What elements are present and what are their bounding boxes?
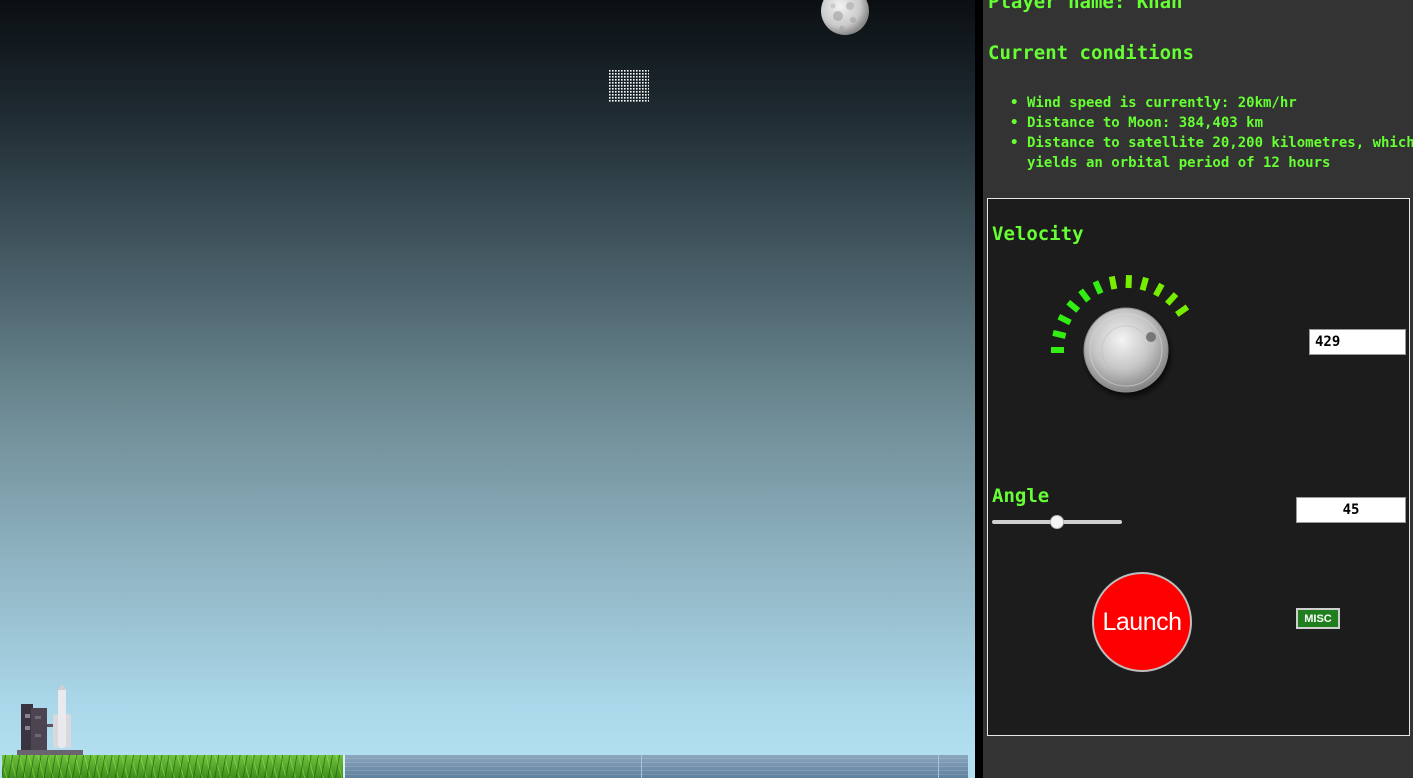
water-ground bbox=[345, 755, 968, 778]
grass-ground bbox=[2, 755, 343, 778]
moon-icon bbox=[821, 0, 869, 35]
velocity-knob-indicator bbox=[1146, 332, 1156, 342]
condition-moon-distance: Distance to Moon: 384,403 km bbox=[1010, 113, 1413, 133]
launch-button[interactable]: Launch bbox=[1092, 572, 1192, 672]
launch-controls: Velocity Angle bbox=[987, 198, 1410, 736]
condition-satellite-distance: Distance to satellite 20,200 kilometres,… bbox=[1010, 133, 1413, 173]
control-panel: Player name: Khan Current conditions Win… bbox=[983, 0, 1413, 778]
conditions-title: Current conditions bbox=[988, 42, 1194, 64]
scene-divider bbox=[975, 0, 983, 778]
rocket-launch-pad-icon bbox=[17, 684, 83, 760]
satellite-icon bbox=[609, 70, 649, 102]
velocity-label: Velocity bbox=[992, 223, 1084, 245]
angle-slider[interactable] bbox=[992, 513, 1122, 531]
dial-tick bbox=[1057, 314, 1072, 326]
dial-tick bbox=[1165, 292, 1179, 306]
dial-tick bbox=[1175, 304, 1190, 317]
game-scene bbox=[0, 0, 975, 778]
dial-tick bbox=[1066, 299, 1081, 313]
angle-input[interactable] bbox=[1296, 497, 1406, 523]
dial-tick bbox=[1153, 282, 1165, 298]
velocity-input[interactable] bbox=[1309, 329, 1406, 355]
dial-tick bbox=[1078, 288, 1091, 303]
dial-tick bbox=[1052, 329, 1067, 339]
conditions-list: Wind speed is currently: 20km/hr Distanc… bbox=[1010, 93, 1413, 173]
dial-tick bbox=[1108, 275, 1118, 290]
velocity-knob bbox=[1083, 307, 1169, 393]
angle-slider-thumb[interactable] bbox=[1050, 515, 1064, 529]
misc-button[interactable]: MISC bbox=[1296, 608, 1340, 629]
player-name: Player name: Khan bbox=[988, 0, 1183, 13]
velocity-dial[interactable] bbox=[1048, 261, 1218, 406]
dial-tick bbox=[1092, 280, 1104, 295]
condition-wind-speed: Wind speed is currently: 20km/hr bbox=[1010, 93, 1413, 113]
dial-tick bbox=[1125, 274, 1132, 289]
dial-tick bbox=[1139, 276, 1149, 292]
angle-label: Angle bbox=[992, 485, 1050, 507]
